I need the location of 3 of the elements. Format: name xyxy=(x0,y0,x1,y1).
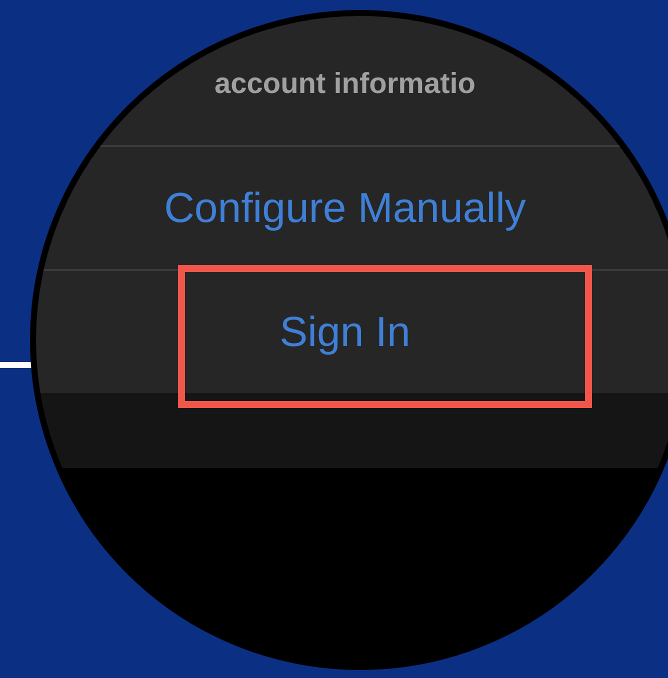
dialog-message: account informatio xyxy=(214,68,476,101)
dialog-button[interactable]: Configure Manually xyxy=(156,180,534,236)
dialog-button[interactable]: Sign In xyxy=(272,304,418,360)
